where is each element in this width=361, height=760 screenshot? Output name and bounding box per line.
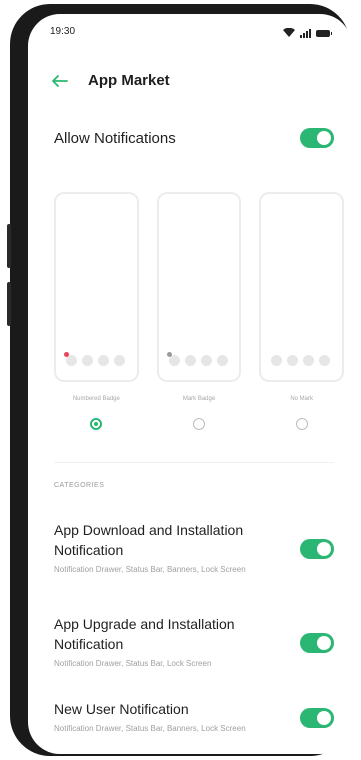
- badge-style-labels: Numbered Badge Mark Badge No Mark: [54, 396, 344, 402]
- preview-dock: [64, 352, 125, 366]
- arrow-left-icon[interactable]: [50, 74, 68, 88]
- preview-dock: [271, 355, 331, 366]
- phone-frame: 19:30 App Market Allow Notifications Num…: [7, 4, 352, 756]
- app-dot: [200, 355, 212, 366]
- app-dot: [303, 355, 315, 366]
- app-dot: [319, 355, 331, 366]
- battery-icon: [316, 29, 332, 37]
- divider: [54, 462, 334, 463]
- category-title: New User Notification: [54, 701, 189, 717]
- category-toggle[interactable]: [300, 538, 334, 559]
- app-dot: [287, 355, 299, 366]
- app-header: App Market: [28, 66, 352, 96]
- category-toggle[interactable]: [300, 707, 334, 728]
- badge-dot-icon: [64, 352, 69, 357]
- radio-mark-badge[interactable]: [193, 418, 205, 430]
- side-button: [7, 282, 11, 326]
- app-dot: [216, 355, 228, 366]
- system-icons: [283, 24, 332, 42]
- badge-style-previews: [54, 192, 345, 384]
- toggle-knob: [317, 541, 331, 556]
- category-row[interactable]: App Upgrade and Installation Notificatio…: [54, 614, 334, 671]
- category-subtitle: Notification Drawer, Status Bar, Banners…: [54, 565, 246, 574]
- signal-icon: [300, 28, 311, 38]
- toggle-knob: [317, 131, 331, 145]
- category-subtitle: Notification Drawer, Status Bar, Banners…: [54, 724, 246, 733]
- preview-dock: [166, 352, 228, 366]
- categories-header: CATEGORIES: [54, 482, 105, 489]
- wifi-icon: [283, 24, 295, 42]
- category-row[interactable]: New User Notification Notification Drawe…: [54, 699, 334, 736]
- category-toggle[interactable]: [300, 632, 334, 653]
- radio-numbered-badge[interactable]: [90, 418, 103, 430]
- app-dot: [184, 355, 196, 366]
- allow-notifications-row[interactable]: Allow Notifications: [54, 122, 334, 154]
- status-bar: 19:30: [28, 14, 352, 46]
- category-title: App Upgrade and Installation Notificatio…: [54, 616, 235, 652]
- allow-notifications-label: Allow Notifications: [54, 129, 176, 147]
- badge-style-label: Numbered Badge: [72, 396, 120, 402]
- app-dot: [82, 355, 93, 366]
- side-button: [7, 224, 11, 268]
- app-dot: [114, 355, 125, 366]
- badge-style-label: No Mark: [290, 396, 314, 402]
- status-time: 19:30: [50, 26, 76, 37]
- preview-no-mark[interactable]: [259, 192, 345, 382]
- app-dot: [64, 352, 77, 366]
- app-dot: [166, 352, 180, 366]
- category-subtitle: Notification Drawer, Status Bar, Lock Sc…: [54, 659, 212, 668]
- app-dot: [98, 355, 109, 366]
- badge-mark-icon: [166, 352, 172, 357]
- preview-numbered-badge[interactable]: [54, 192, 139, 382]
- screen: 19:30 App Market Allow Notifications Num…: [28, 14, 352, 754]
- category-title: App Download and Installation Notificati…: [54, 522, 244, 558]
- allow-notifications-toggle[interactable]: [300, 128, 334, 148]
- toggle-knob: [317, 710, 331, 725]
- badge-style-radios: [54, 418, 344, 430]
- toggle-knob: [317, 635, 331, 650]
- app-dot: [271, 355, 283, 366]
- radio-no-mark[interactable]: [295, 418, 308, 430]
- preview-mark-badge[interactable]: [156, 192, 242, 382]
- page-title: App Market: [88, 72, 170, 89]
- category-row[interactable]: App Download and Installation Notificati…: [54, 520, 334, 577]
- badge-style-label: Mark Badge: [182, 396, 216, 402]
